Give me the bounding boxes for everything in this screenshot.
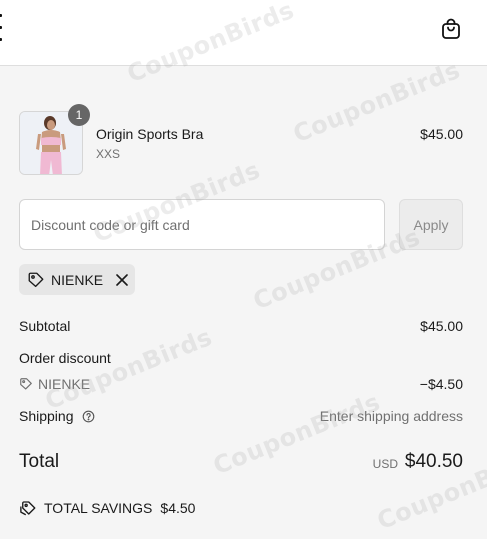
total-currency: USD — [372, 457, 398, 471]
product-variant: XXS — [96, 147, 121, 161]
applied-code-chip: NIENKE — [19, 264, 135, 295]
applied-code-label: NIENKE — [51, 271, 104, 288]
tag-icon — [20, 378, 32, 390]
order-discount-label: Order discount — [19, 350, 111, 366]
watermark: CouponBirds — [209, 387, 385, 481]
total-savings-row: TOTAL SAVINGS $4.50 — [19, 499, 195, 517]
shopping-bag-icon[interactable] — [439, 17, 463, 41]
discount-code-input[interactable] — [19, 199, 385, 250]
menu-icon[interactable] — [0, 14, 3, 46]
watermark: CouponBirds — [41, 322, 217, 416]
tag-icon — [20, 501, 36, 516]
header — [0, 0, 487, 66]
subtotal-value: $45.00 — [420, 318, 463, 334]
shipping-label: Shipping — [19, 408, 74, 424]
shipping-label-row: Shipping — [19, 408, 95, 424]
total-value: $40.50 — [404, 451, 463, 472]
total-label: Total — [19, 451, 60, 472]
discount-code-row: NIENKE — [19, 376, 90, 392]
shipping-value: Enter shipping address — [319, 408, 463, 424]
tag-icon — [28, 272, 44, 287]
total-savings-value: $4.50 — [160, 500, 196, 516]
close-icon[interactable] — [115, 273, 129, 287]
quantity-badge: 1 — [68, 104, 90, 126]
discount-code-name: NIENKE — [38, 376, 91, 392]
help-circle-icon[interactable] — [82, 410, 95, 423]
total-savings-label: TOTAL SAVINGS — [44, 500, 153, 516]
subtotal-label: Subtotal — [19, 318, 71, 334]
product-name: Origin Sports Bra — [96, 126, 204, 142]
product-price: $45.00 — [420, 126, 463, 142]
checkout-summary-page: 1 Origin Sports Bra XXS $45.00 Apply NIE… — [0, 0, 487, 539]
apply-button[interactable]: Apply — [399, 199, 463, 250]
discount-value: −$4.50 — [419, 376, 463, 392]
